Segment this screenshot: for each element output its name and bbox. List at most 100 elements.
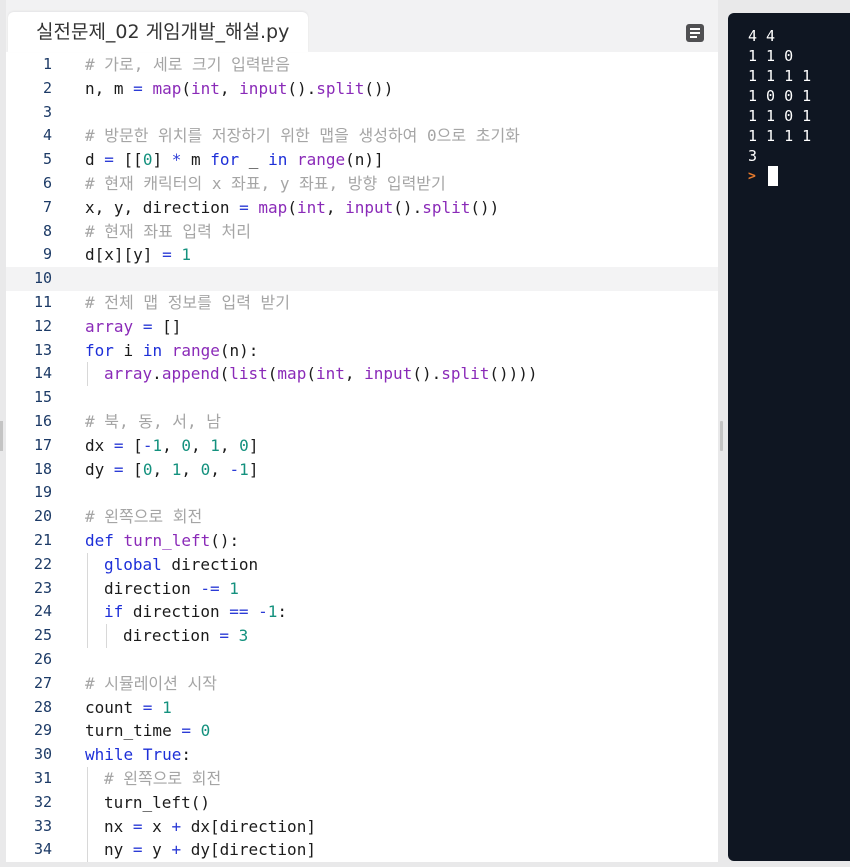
code-editor[interactable]: 실전문제_02 게임개발_해설.py 1 # 가로, 세로 크기 입력받음 2 n, … (6, 0, 718, 862)
code-token: , (152, 459, 172, 479)
code-line[interactable]: 16 # 북, 동, 서, 남 (6, 410, 718, 434)
code-token: 1 (152, 435, 163, 455)
code-token: list (229, 364, 268, 384)
code-line[interactable]: 12 array = [] (6, 315, 718, 339)
code-line[interactable]: 17 dx = [-1, 0, 1, 0] (6, 434, 718, 458)
code-token: # 가로, 세로 크기 입력받음 (85, 55, 290, 74)
code-token: 0 (142, 150, 153, 170)
line-number: 11 (33, 292, 52, 311)
line-number: 3 (42, 102, 52, 121)
tab-file[interactable]: 실전문제_02 게임개발_해설.py (8, 12, 308, 52)
code-token: = (142, 697, 153, 717)
code-line[interactable]: 25 direction = 3 (6, 624, 718, 648)
code-line[interactable]: 18 dy = [0, 1, 0, -1] (6, 458, 718, 482)
code-text: n, m = map(int, input().split()) (85, 77, 393, 101)
code-text: direction -= 1 (104, 577, 239, 601)
code-line[interactable]: 15 (6, 386, 718, 410)
code-token: ( (306, 364, 316, 384)
code-token: ( (219, 364, 230, 384)
code-line[interactable]: 32 turn_left() (6, 790, 718, 815)
code-token: array (104, 364, 153, 384)
code-token: 1 (210, 435, 220, 455)
code-line[interactable]: 7 x, y, direction = map(int, input().spli… (6, 196, 718, 220)
code-token: for (85, 340, 114, 360)
indent-guide (106, 624, 107, 648)
line-number: 14 (33, 364, 52, 383)
code-token: range (171, 340, 220, 360)
code-line[interactable]: 4 # 방문한 위치를 저장하기 위한 맵을 생성하여 0으로 초기화 (6, 124, 718, 148)
code-token: = (219, 626, 229, 646)
terminal-line: 1 1 0 1 (748, 107, 812, 125)
line-number: 7 (42, 197, 52, 216)
code-token: # 현재 캐릭터의 x 좌표, y 좌표, 방향 입력받기 (85, 173, 446, 193)
code-line[interactable]: 6 # 현재 캐릭터의 x 좌표, y 좌표, 방향 입력받기 (6, 172, 718, 196)
code-token: ny (104, 840, 133, 860)
code-token: map (152, 78, 182, 98)
code-line[interactable]: 27 # 시뮬레이션 시작 (6, 672, 718, 696)
code-token: direction (104, 578, 201, 598)
code-line[interactable]: 23 direction -= 1 (6, 576, 718, 601)
pane-splitter-handle[interactable] (720, 421, 723, 451)
code-token: input (345, 197, 394, 217)
code-token: ( (181, 78, 191, 98)
code-line[interactable]: 30 while True: (6, 743, 718, 767)
indent-guide (87, 838, 88, 862)
menu-icon[interactable] (686, 24, 704, 42)
code-token: direction (161, 554, 259, 574)
terminal-line: 4 4 (748, 27, 776, 45)
indent-guide (87, 624, 88, 648)
code-line[interactable]: 33 nx = x + dx[direction] (6, 814, 718, 839)
code-line[interactable]: 10 (6, 267, 718, 291)
code-token: turn_left (123, 530, 211, 550)
code-line[interactable]: 34 ny = y + dy[direction] (6, 838, 718, 862)
line-number: 33 (33, 816, 52, 835)
code-token: direction (123, 602, 230, 622)
code-line[interactable]: 22 global direction (6, 552, 718, 577)
code-line[interactable]: 8 # 현재 좌표 입력 처리 (6, 220, 718, 244)
code-line[interactable]: 2 n, m = map(int, input().split()) (6, 77, 718, 101)
terminal-panel[interactable]: > 4 4 1 1 0 1 1 1 1 1 0 0 1 1 1 0 1 1 1 1 1 3 (728, 13, 850, 861)
code-line[interactable]: 19 (6, 481, 718, 505)
code-line[interactable]: 31 # 왼쪽으로 회전 (6, 766, 718, 791)
code-text: d[x][y] = 1 (85, 243, 191, 267)
code-text: if direction == -1: (104, 600, 287, 624)
code-line[interactable]: 29 turn_time = 0 (6, 719, 718, 743)
code-line[interactable]: 11 # 전체 맵 정보를 입력 받기 (6, 291, 718, 315)
code-token: ] (248, 459, 259, 479)
code-text: for i in range(n): (85, 339, 258, 363)
code-token: == (229, 602, 249, 622)
code-token: , (325, 197, 346, 217)
code-line[interactable]: 1 # 가로, 세로 크기 입력받음 (6, 53, 718, 77)
code-token: # 시뮬레이션 시작 (85, 673, 217, 693)
code-lines[interactable]: 1 # 가로, 세로 크기 입력받음 2 n, m = map(int, input(… (6, 53, 718, 862)
left-resize-handle[interactable] (0, 421, 3, 451)
code-line[interactable]: 14 array.append(list(map(int, input().spl… (6, 362, 718, 387)
code-text: # 왼쪽으로 회전 (85, 505, 202, 529)
terminal-cursor (768, 166, 778, 186)
line-number: 31 (33, 768, 52, 787)
line-number: 5 (42, 150, 52, 169)
code-text: turn_left() (104, 791, 210, 815)
code-token: count (85, 697, 143, 717)
code-token: 0 (142, 459, 153, 479)
code-token: [ (123, 459, 143, 479)
code-line[interactable]: 21 def turn_left(): (6, 529, 718, 553)
code-line[interactable]: 5 d = [[0] * m for _ in range(n)] (6, 148, 718, 172)
code-token: array (85, 316, 134, 336)
code-line[interactable]: 20 # 왼쪽으로 회전 (6, 505, 718, 529)
code-token: dx[direction] (181, 816, 316, 836)
code-line[interactable]: 13 for i in range(n): (6, 339, 718, 363)
code-line[interactable]: 3 (6, 101, 718, 125)
code-line[interactable]: 24 if direction == -1: (6, 600, 718, 625)
code-token: (). (287, 78, 317, 98)
code-line[interactable]: 28 count = 1 (6, 696, 718, 720)
code-token: 1 (239, 459, 249, 479)
code-line[interactable]: 9 d[x][y] = 1 (6, 243, 718, 267)
code-token: = (162, 245, 172, 265)
code-line[interactable]: 26 (6, 648, 718, 672)
code-token: # 현재 좌표 입력 처리 (85, 221, 251, 241)
code-token: x, y, direction (85, 197, 240, 217)
code-token: int (191, 78, 220, 98)
